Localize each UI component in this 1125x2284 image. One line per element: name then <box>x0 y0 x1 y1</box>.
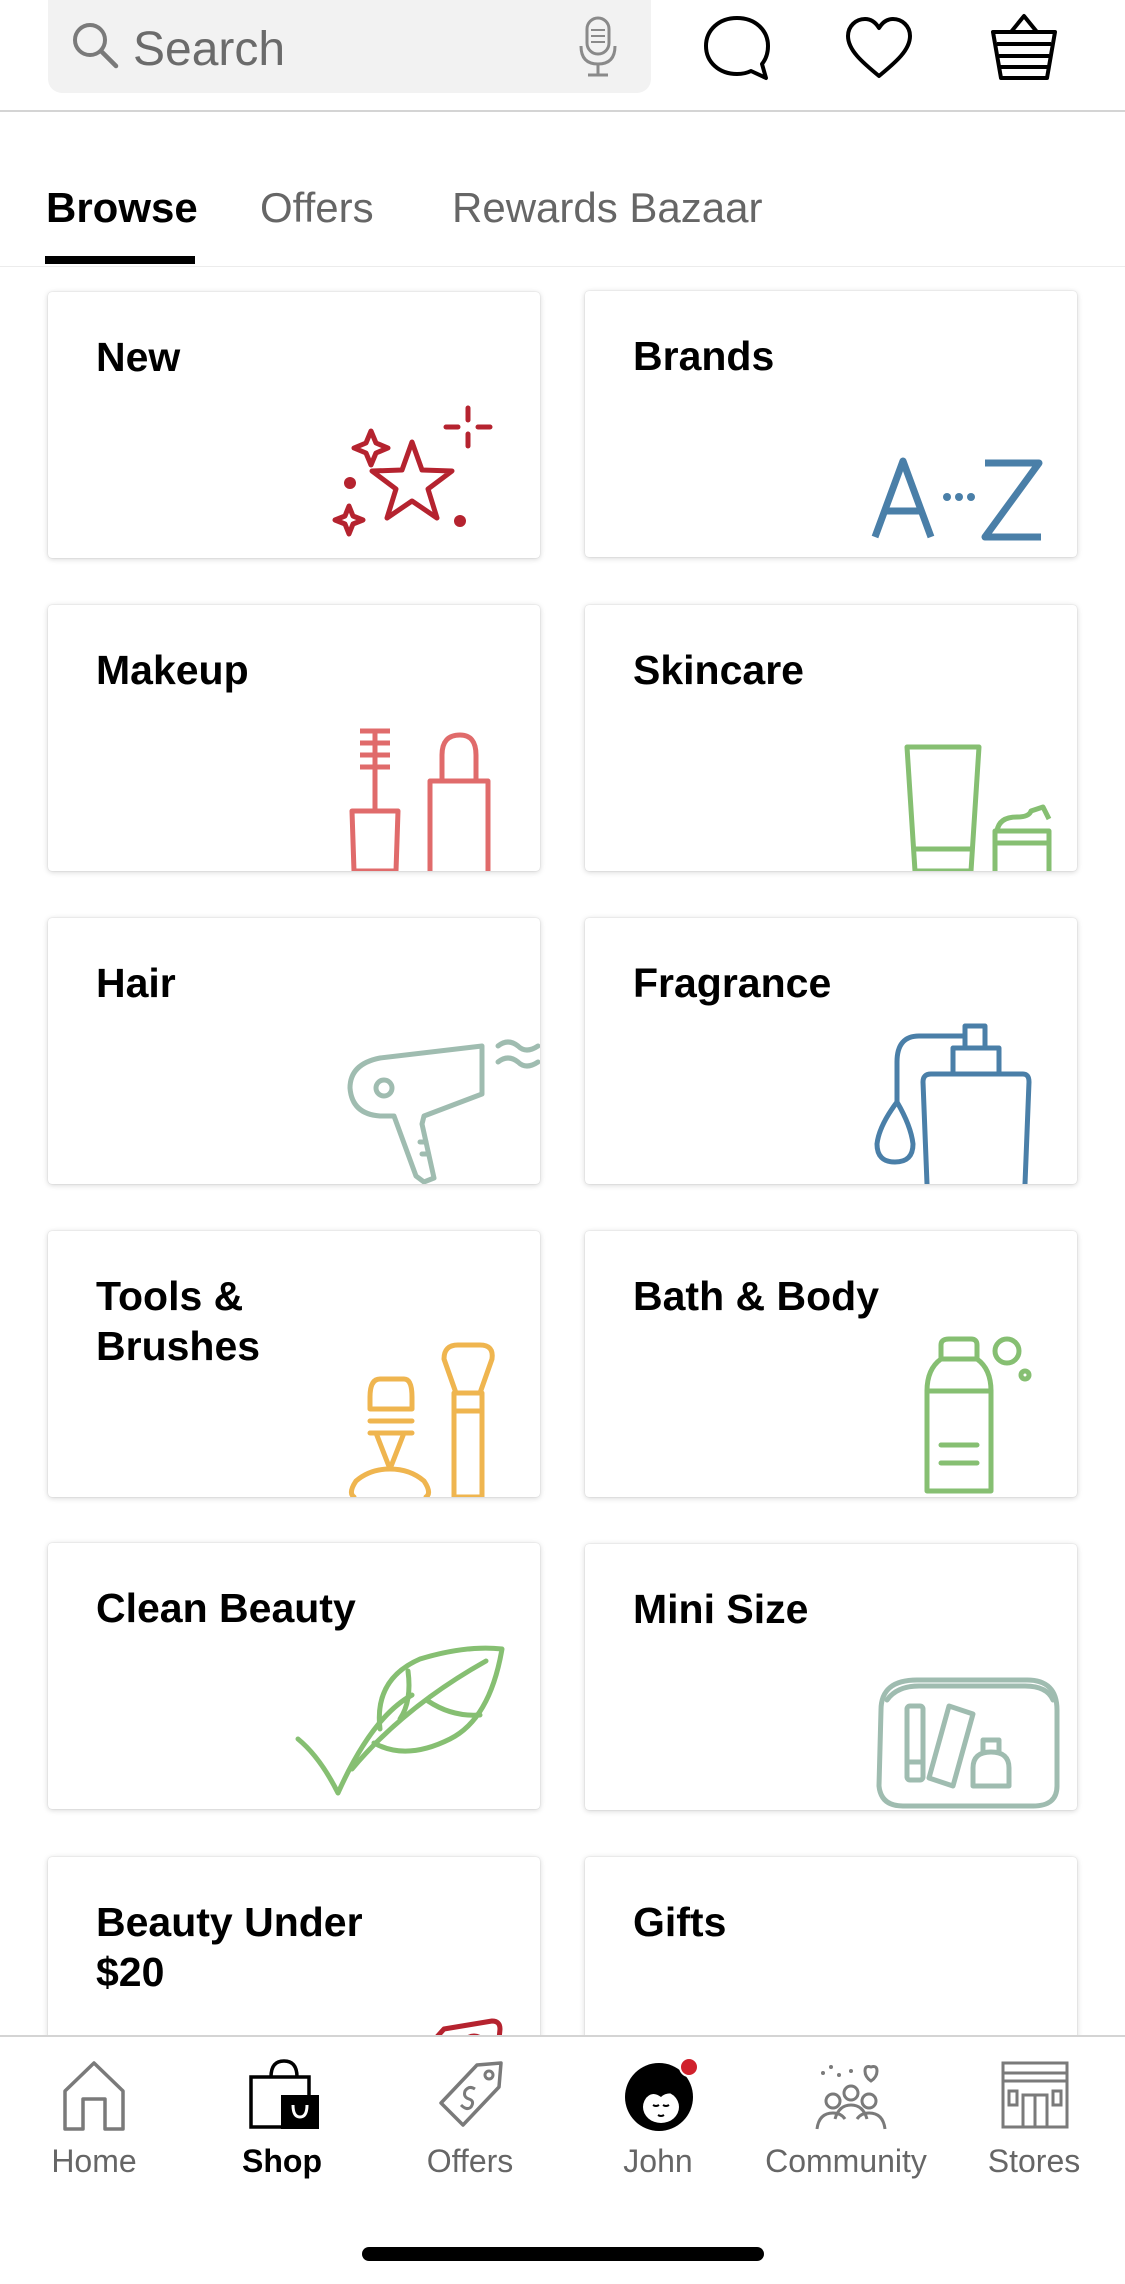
nav-shop[interactable]: Shop <box>188 2037 376 2197</box>
perfume-bottle-icon <box>874 1023 1032 1184</box>
category-card-brands[interactable]: Brands <box>585 291 1077 557</box>
nav-label: Shop <box>242 2143 322 2179</box>
category-card-mini-size[interactable]: Mini Size <box>585 1544 1077 1810</box>
category-card-makeup[interactable]: Makeup <box>48 605 540 871</box>
price-tag-icon <box>435 2018 503 2035</box>
tab-offers[interactable]: Offers <box>260 184 374 232</box>
category-card-fragrance[interactable]: Fragrance <box>585 918 1077 1184</box>
curler-brush-icon <box>348 1342 495 1497</box>
category-card-bath-body[interactable]: Bath & Body <box>585 1231 1077 1497</box>
lotion-bottle-icon <box>924 1336 1032 1494</box>
tab-rewards-bazaar[interactable]: Rewards Bazaar <box>452 184 762 232</box>
store-icon <box>1001 2061 1069 2129</box>
category-card-gifts[interactable]: Gifts <box>585 1857 1077 2035</box>
nav-label: Community <box>765 2143 927 2179</box>
nav-profile[interactable]: John <box>564 2037 752 2197</box>
gift-box-icon <box>857 1923 1077 2035</box>
nav-home[interactable]: Home <box>0 2037 188 2197</box>
nav-label: John <box>623 2143 693 2179</box>
basket-icon[interactable] <box>987 12 1061 84</box>
notification-dot <box>679 2057 699 2077</box>
tab-bar: Browse Offers Rewards Bazaar <box>0 112 1125 267</box>
sparkle-star-icon <box>332 405 493 537</box>
nav-label: Stores <box>987 2143 1081 2179</box>
category-grid: New Brands Makeup Skincare Hair Fragranc… <box>0 267 1125 2035</box>
travel-bag-icon <box>876 1677 1060 1809</box>
tube-jar-icon <box>904 744 1052 871</box>
home-icon <box>63 2061 125 2131</box>
tag-icon <box>439 2061 503 2127</box>
a-to-z-icon <box>871 457 1043 541</box>
top-header: Search <box>0 0 1125 112</box>
mascara-lipstick-icon <box>349 728 491 871</box>
nav-community[interactable]: Community <box>752 2037 940 2197</box>
nav-label: Home <box>51 2143 137 2179</box>
category-card-hair[interactable]: Hair <box>48 918 540 1184</box>
leaf-check-icon <box>295 1645 505 1796</box>
nav-label: Offers <box>426 2143 514 2179</box>
avatar-icon <box>625 2057 699 2131</box>
microphone-icon[interactable] <box>573 14 623 80</box>
category-card-tools-brushes[interactable]: Tools & Brushes <box>48 1231 540 1497</box>
nav-stores[interactable]: Stores <box>940 2037 1125 2197</box>
search-input[interactable]: Search <box>133 22 285 77</box>
active-tab-indicator <box>45 256 195 264</box>
home-indicator <box>362 2247 764 2261</box>
shopping-bag-icon <box>249 2059 319 2129</box>
chat-bubble-icon[interactable] <box>700 12 774 84</box>
tab-browse[interactable]: Browse <box>46 184 198 232</box>
community-icon <box>815 2065 887 2130</box>
hair-dryer-icon <box>347 1039 540 1184</box>
category-card-clean-beauty[interactable]: Clean Beauty <box>48 1543 540 1809</box>
category-card-new[interactable]: New <box>48 292 540 558</box>
search-bar[interactable]: Search <box>48 0 651 93</box>
heart-icon[interactable] <box>842 12 916 84</box>
category-card-skincare[interactable]: Skincare <box>585 605 1077 871</box>
category-card-beauty-under-20[interactable]: Beauty Under $20 <box>48 1857 540 2035</box>
search-icon <box>73 23 119 69</box>
nav-offers[interactable]: Offers <box>376 2037 564 2197</box>
